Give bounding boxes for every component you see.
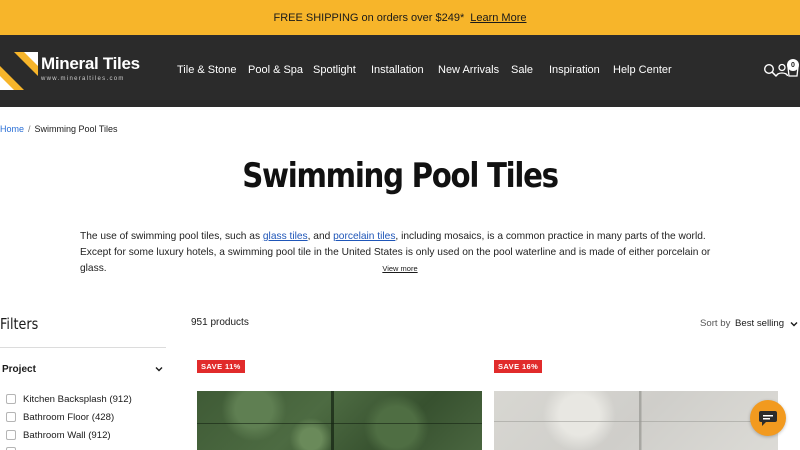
nav-tile-stone[interactable]: Tile & Stone [177, 64, 237, 76]
announcement-text: FREE SHIPPING on orders over $249* [273, 11, 465, 24]
filter-option-bathroom-wall[interactable]: Bathroom Wall (912) [6, 428, 111, 442]
sale-badge: SAVE 11% [197, 360, 245, 373]
description-text-2: , and [307, 231, 334, 242]
chat-button[interactable] [750, 400, 786, 436]
filter-option-partial[interactable] [6, 445, 23, 450]
nav-pool-spa[interactable]: Pool & Spa [248, 64, 303, 76]
nav-installation[interactable]: Installation [371, 64, 424, 76]
view-more-link[interactable]: View more [382, 264, 417, 273]
nav-help-center[interactable]: Help Center [613, 64, 672, 76]
checkbox[interactable] [6, 430, 16, 440]
porcelain-tiles-link[interactable]: porcelain tiles [333, 231, 395, 242]
chevron-down-icon[interactable] [789, 319, 799, 329]
product-count: 951 products [191, 317, 249, 328]
product-image[interactable] [494, 391, 778, 450]
announcement-bar: FREE SHIPPING on orders over $249* Learn… [0, 0, 800, 35]
nav-spotlight[interactable]: Spotlight [313, 64, 356, 76]
nav-new-arrivals[interactable]: New Arrivals [438, 64, 499, 76]
checkbox[interactable] [6, 394, 16, 404]
brand-url: www.mineraltiles.com [41, 76, 125, 82]
chevron-down-icon[interactable] [154, 364, 164, 374]
logo-mark-icon [0, 52, 38, 90]
brand-name: Mineral Tiles [41, 54, 140, 73]
chat-bubble-icon [759, 411, 777, 426]
filter-option-kitchen-backsplash[interactable]: Kitchen Backsplash (912) [6, 392, 132, 406]
sort-label: Sort by [700, 318, 731, 329]
view-more-container: View more [0, 264, 800, 273]
description-text-1: The use of swimming pool tiles, such as [80, 231, 263, 242]
product-image[interactable] [197, 391, 482, 450]
filter-option-label: Bathroom Floor (428) [23, 411, 115, 423]
filter-option-label: Kitchen Backsplash (912) [23, 393, 132, 405]
breadcrumb-current: Swimming Pool Tiles [34, 124, 118, 134]
sort-select[interactable]: Best selling [735, 318, 784, 329]
checkbox[interactable] [6, 412, 16, 422]
breadcrumb-home-link[interactable]: Home [0, 124, 24, 134]
brand-logo[interactable]: Mineral Tiles www.mineraltiles.com [0, 52, 140, 90]
filters-divider [0, 347, 166, 348]
project-filter-toggle[interactable]: Project [2, 364, 36, 375]
cart-count-badge: 0 [787, 59, 799, 71]
filters-heading: Filters [0, 315, 39, 333]
nav-sale[interactable]: Sale [511, 64, 533, 76]
sale-badge: SAVE 16% [494, 360, 543, 373]
breadcrumb-separator: / [28, 124, 31, 134]
filter-option-bathroom-floor[interactable]: Bathroom Floor (428) [6, 410, 114, 424]
breadcrumb: Home / Swimming Pool Tiles [0, 124, 118, 134]
glass-tiles-link[interactable]: glass tiles [263, 231, 308, 242]
learn-more-link[interactable]: Learn More [470, 12, 526, 24]
filter-option-label: Bathroom Wall (912) [23, 429, 111, 441]
nav-inspiration[interactable]: Inspiration [549, 64, 600, 76]
site-header: Mineral Tiles www.mineraltiles.com Tile … [0, 35, 800, 107]
page-title: Swimming Pool Tiles [242, 156, 559, 196]
